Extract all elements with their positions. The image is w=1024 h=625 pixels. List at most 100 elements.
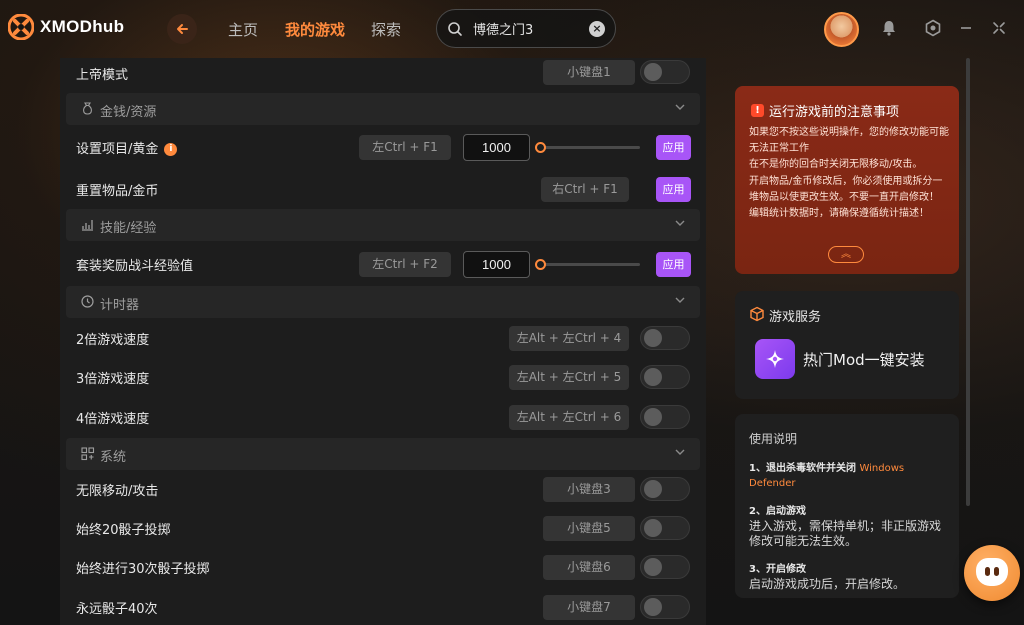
hotkey-chip[interactable]: 小键盘3 [543, 477, 635, 502]
guide-step-3: 3、开启修改 启动游戏成功后，开启修改。 [749, 562, 945, 592]
notice-text: 如果您不按这些说明操作，您的修改功能可能无法正常工作 在不是你的回合时关闭无限移… [749, 125, 951, 222]
hotkey-chip[interactable]: 左Ctrl + F1 [359, 135, 451, 160]
hotkey-chip[interactable]: 小键盘1 [543, 60, 635, 85]
chevron-down-icon [675, 449, 685, 455]
sparkle-icon [766, 350, 784, 368]
apply-button[interactable]: 应用 [656, 135, 691, 160]
toggle-knob [644, 368, 662, 386]
hotkey-chip[interactable]: 右Ctrl + F1 [541, 177, 629, 202]
value-input[interactable] [463, 251, 530, 278]
mod-row-set-exp: 套装奖励战斗经验值 左Ctrl + F2 应用 [60, 246, 706, 282]
toggle-knob [644, 329, 662, 347]
mod-label-text: 设置项目/黄金 [76, 142, 159, 157]
hotkey-chip[interactable]: 左Alt + 左Ctrl + 6 [509, 405, 629, 430]
section-system[interactable]: 系统 [66, 438, 700, 470]
search-input[interactable] [473, 21, 583, 36]
mod-row-reset-item-coin: 重置物品/金币 右Ctrl + F1 应用 [60, 171, 706, 207]
tab-my-games[interactable]: 我的游戏 [285, 19, 345, 40]
hotkey-chip[interactable]: 小键盘7 [543, 595, 635, 620]
chat-bubble-icon [976, 558, 1008, 586]
money-bag-icon [83, 102, 92, 115]
clear-search-icon[interactable]: × [589, 21, 605, 37]
chat-eye [985, 567, 990, 576]
hotkey-chip[interactable]: 左Alt + 左Ctrl + 5 [509, 365, 629, 390]
chevron-down-icon [675, 297, 685, 303]
toggle-knob [644, 408, 662, 426]
app-logo[interactable]: XMODhub [8, 14, 124, 40]
settings-icon[interactable] [924, 19, 942, 37]
tab-home[interactable]: 主页 [228, 19, 258, 40]
notification-icon[interactable] [880, 19, 898, 37]
slider-thumb[interactable] [535, 259, 546, 270]
close-icon[interactable] [990, 19, 1008, 37]
arrow-left-icon [177, 24, 188, 34]
value-slider[interactable] [537, 263, 640, 266]
apply-button[interactable]: 应用 [656, 177, 691, 202]
mod-install-icon[interactable] [755, 339, 795, 379]
grid-apps-icon [81, 447, 95, 461]
toggle-switch[interactable] [640, 555, 690, 579]
mod-row-speed-4x: 4倍游戏速度 左Alt + 左Ctrl + 6 [60, 399, 706, 435]
info-icon[interactable]: i [164, 143, 178, 156]
value-slider[interactable] [537, 146, 640, 149]
clock-icon [81, 295, 94, 308]
notice-line: 如果您不按这些说明操作，您的修改功能可能无法正常工作 [749, 127, 949, 155]
search-box: × [436, 9, 616, 48]
mod-label: 套装奖励战斗经验值 [76, 259, 194, 274]
hotkey-chip[interactable]: 左Ctrl + F2 [359, 252, 451, 277]
guide-step-title: 2、启动游戏 [749, 506, 806, 517]
section-timer[interactable]: 计时器 [66, 286, 700, 318]
toggle-knob [644, 598, 662, 616]
mod-install-button[interactable]: 热门Mod一键安装 [803, 349, 925, 370]
mod-label: 2倍游戏速度 [76, 333, 150, 348]
chevron-down-icon [675, 104, 685, 110]
notice-line: 开启物品/金币修改后，你必须使用或拆分一堆物品以使更改生效。不要一直开启修改！ [749, 175, 943, 203]
toggle-switch[interactable] [640, 60, 690, 84]
guide-step-title: 3、开启修改 [749, 564, 806, 575]
mod-label: 设置项目/黄金 i [76, 138, 178, 157]
section-label: 计时器 [100, 298, 140, 313]
mod-label: 无限移动/攻击 [76, 484, 159, 499]
toggle-switch[interactable] [640, 326, 690, 350]
mod-row-unlimited-move: 无限移动/攻击 小键盘3 [60, 471, 706, 507]
hotkey-chip[interactable]: 左Alt + 左Ctrl + 4 [509, 326, 629, 351]
apply-button[interactable]: 应用 [656, 252, 691, 277]
guide-step-text: 进入游戏，需保持单机；非正版游戏修改可能无法生效。 [749, 519, 942, 548]
toggle-switch[interactable] [640, 595, 690, 619]
value-input[interactable] [463, 134, 530, 161]
section-money[interactable]: 金钱/资源 [66, 93, 700, 125]
top-bar: XMODhub 主页 我的游戏 探索 × [0, 0, 1024, 58]
toggle-switch[interactable] [640, 405, 690, 429]
minimize-icon[interactable] [957, 19, 975, 37]
avatar[interactable] [824, 12, 859, 47]
chevron-down-icon [675, 220, 685, 226]
chat-assistant-button[interactable] [964, 545, 1020, 601]
toggle-switch[interactable] [640, 477, 690, 501]
back-button[interactable] [167, 14, 197, 44]
hotkey-chip[interactable]: 小键盘5 [543, 516, 635, 541]
guide-title: 使用说明 [749, 432, 798, 446]
collapse-button[interactable]: ︽ [828, 246, 864, 263]
mod-label: 3倍游戏速度 [76, 372, 150, 387]
section-label: 系统 [100, 450, 127, 465]
mod-row-set-item-gold: 设置项目/黄金 i 左Ctrl + F1 应用 [60, 129, 706, 165]
toggle-switch[interactable] [640, 365, 690, 389]
mod-label: 重置物品/金币 [76, 184, 159, 199]
slider-thumb[interactable] [535, 142, 546, 153]
hotkey-chip[interactable]: 小键盘6 [543, 555, 635, 580]
service-title: 游戏服务 [769, 310, 822, 325]
section-label: 金钱/资源 [100, 105, 157, 120]
toggle-knob [644, 63, 662, 81]
bar-chart-icon [82, 220, 93, 231]
toggle-switch[interactable] [640, 516, 690, 540]
section-skill[interactable]: 技能/经验 [66, 209, 700, 241]
toggle-knob [644, 519, 662, 537]
mod-row-god-mode: 上帝模式 小键盘1 [60, 58, 706, 91]
tab-explore[interactable]: 探索 [371, 19, 401, 40]
mod-row-dice-20: 始终20骰子投掷 小键盘5 [60, 510, 706, 546]
mod-row-dice-30: 始终进行30次骰子投掷 小键盘6 [60, 549, 706, 585]
right-scrollbar[interactable] [966, 58, 970, 506]
notice-line: 在不是你的回合时关闭无限移动/攻击。 [749, 159, 923, 171]
mod-label: 始终20骰子投掷 [76, 523, 171, 538]
chat-eye [994, 567, 999, 576]
